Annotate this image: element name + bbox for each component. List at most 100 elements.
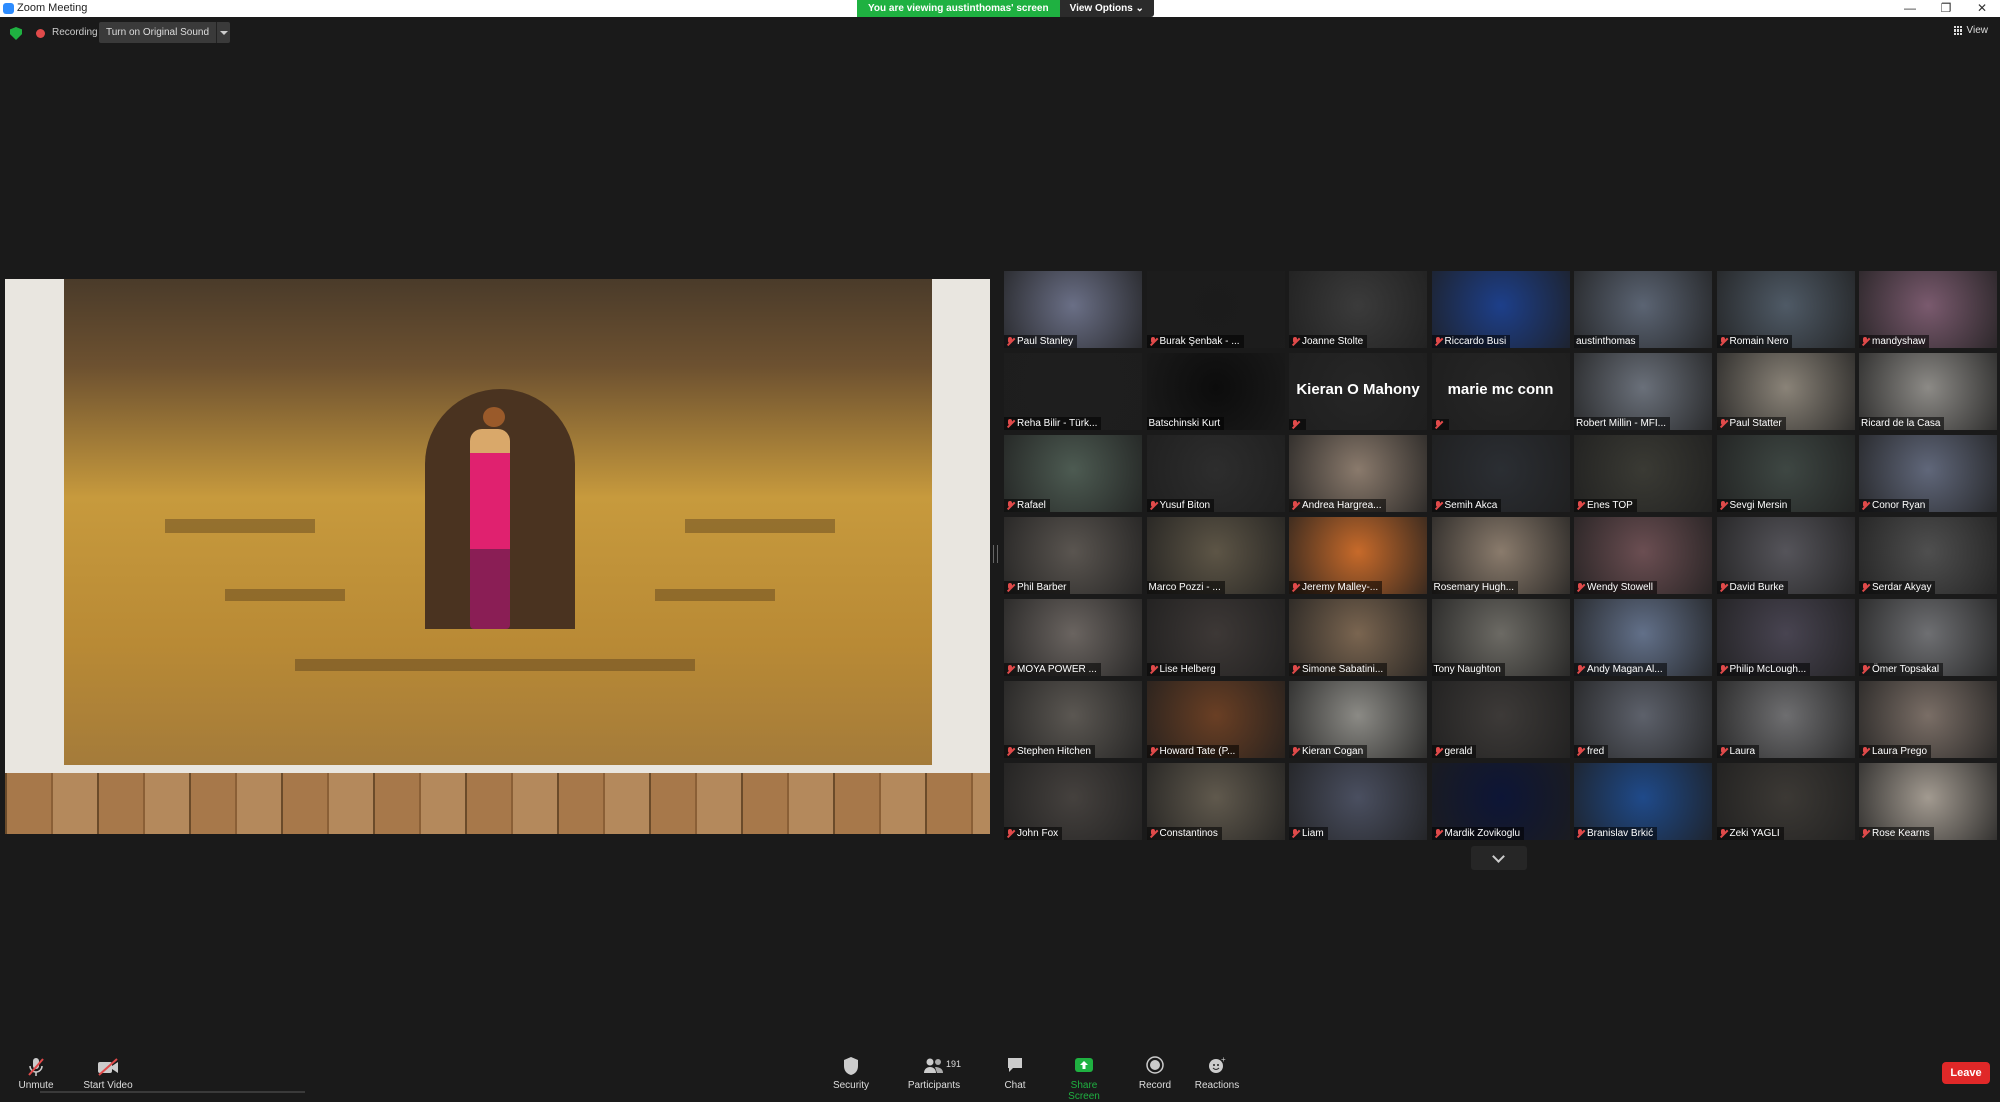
participant-tile[interactable]: mandyshaw <box>1859 271 1997 348</box>
view-button[interactable]: View <box>1953 25 1988 36</box>
restore-icon[interactable]: ❐ <box>1928 0 1964 17</box>
participant-tile[interactable]: Jeremy Malley-... <box>1289 517 1427 594</box>
participant-tile[interactable]: Burak Şenbak - ... <box>1146 271 1285 348</box>
leave-button[interactable]: Leave <box>1942 1062 1990 1084</box>
participant-tile[interactable]: Ömer Topsakal <box>1859 599 1997 676</box>
unmute-label: Unmute <box>18 1080 54 1091</box>
participant-tile[interactable]: marie mc conn <box>1431 353 1570 430</box>
view-options-button[interactable]: View Options ⌄ <box>1059 0 1154 17</box>
participant-tile[interactable]: Tony Naughton <box>1431 599 1570 676</box>
participant-name: Laura Prego <box>1872 746 1928 757</box>
participant-tile[interactable]: Ricard de la Casa <box>1859 353 1997 430</box>
participant-tile[interactable]: Liam <box>1289 763 1427 840</box>
participant-tile[interactable]: gerald <box>1431 681 1570 758</box>
participant-name-bar <box>1431 419 1449 430</box>
participant-tile[interactable]: austinthomas <box>1574 271 1712 348</box>
next-page-chevron-icon[interactable] <box>1471 846 1527 870</box>
original-sound-label: Turn on Original Sound <box>106 27 210 38</box>
participant-name: MOYA POWER ... <box>1017 664 1097 675</box>
participant-tile[interactable]: MOYA POWER ... <box>1004 599 1142 676</box>
participant-tile[interactable]: Phil Barber <box>1004 517 1142 594</box>
participant-name: Romain Nero <box>1729 336 1789 347</box>
participant-tile[interactable]: Laura <box>1716 681 1855 758</box>
participant-tile[interactable]: Paul Statter <box>1716 353 1855 430</box>
participant-tile[interactable]: Andrea Hargrea... <box>1289 435 1427 512</box>
participant-tile[interactable]: Romain Nero <box>1716 271 1855 348</box>
participant-tile[interactable]: Joanne Stolte <box>1289 271 1427 348</box>
participant-tile[interactable]: Kieran Cogan <box>1289 681 1427 758</box>
participant-name: Zeki YAGLI <box>1729 828 1780 839</box>
participant-name: austinthomas <box>1576 336 1636 347</box>
participant-name: Semih Akca <box>1444 500 1498 511</box>
muted-mic-icon <box>1576 665 1584 674</box>
participant-name-bar: Laura Prego <box>1859 745 1932 758</box>
participant-name: fred <box>1587 746 1605 757</box>
participant-tile[interactable]: Paul Stanley <box>1004 271 1142 348</box>
participant-tile[interactable]: Serdar Akyay <box>1859 517 1997 594</box>
participant-tile[interactable]: Constantinos <box>1146 763 1285 840</box>
participant-tile[interactable]: Branislav Brkić <box>1574 763 1712 840</box>
encryption-shield-icon[interactable] <box>10 27 22 40</box>
participant-name: Rose Kearns <box>1872 828 1930 839</box>
record-button[interactable]: Record <box>1137 1048 1173 1094</box>
participant-name-bar: Burak Şenbak - ... <box>1146 335 1244 348</box>
participant-tile[interactable]: Enes TOP <box>1574 435 1712 512</box>
participant-tile[interactable]: fred <box>1574 681 1712 758</box>
close-icon[interactable]: ✕ <box>1964 0 2000 17</box>
participant-name-bar: Sevgi Mersin <box>1716 499 1792 512</box>
participant-tile[interactable]: Laura Prego <box>1859 681 1997 758</box>
participant-name: Riccardo Busi <box>1444 336 1507 347</box>
participant-name-bar: Conor Ryan <box>1859 499 1930 512</box>
participant-tile[interactable]: Zeki YAGLI <box>1716 763 1855 840</box>
reactions-button[interactable]: + Reactions <box>1194 1048 1240 1094</box>
participant-name: Rafael <box>1017 500 1046 511</box>
original-sound-button[interactable]: Turn on Original Sound <box>99 22 231 43</box>
split-drag-handle[interactable] <box>993 545 998 563</box>
participant-tile[interactable]: Simone Sabatini... <box>1289 599 1427 676</box>
chat-button[interactable]: Chat <box>1000 1048 1030 1094</box>
participant-name-bar: Tony Naughton <box>1431 663 1505 676</box>
unmute-button[interactable]: Unmute <box>14 1048 58 1094</box>
participant-name-bar: Semih Akca <box>1431 499 1502 512</box>
participant-tile[interactable]: David Burke <box>1716 517 1855 594</box>
participant-tile[interactable]: Rosemary Hugh... <box>1431 517 1570 594</box>
participant-tile[interactable]: Stephen Hitchen <box>1004 681 1142 758</box>
participant-tile[interactable]: John Fox <box>1004 763 1142 840</box>
participant-tile[interactable]: Wendy Stowell <box>1574 517 1712 594</box>
participant-name-bar: fred <box>1574 745 1609 758</box>
participant-tile[interactable]: Rafael <box>1004 435 1142 512</box>
participant-tile[interactable]: Rose Kearns <box>1859 763 1997 840</box>
chevron-down-icon[interactable] <box>216 22 230 43</box>
participant-tile[interactable]: Kieran O Mahony <box>1289 353 1427 430</box>
participant-tile[interactable]: Sevgi Mersin <box>1716 435 1855 512</box>
screen-share-banner: You are viewing austinthomas' screen Vie… <box>857 0 1154 17</box>
participant-name-bar: Zeki YAGLI <box>1716 827 1784 840</box>
participant-tile[interactable]: Riccardo Busi <box>1431 271 1570 348</box>
share-screen-button[interactable]: Share Screen <box>1054 1048 1114 1102</box>
shared-screen[interactable] <box>5 279 990 834</box>
participant-name-bar: Phil Barber <box>1004 581 1071 594</box>
participant-name: Joanne Stolte <box>1302 336 1364 347</box>
participant-tile[interactable]: Philip McLough... <box>1716 599 1855 676</box>
participant-tile[interactable]: Howard Tate (P... <box>1146 681 1285 758</box>
participant-tile[interactable]: Robert Millin - MFI... <box>1574 353 1712 430</box>
muted-mic-icon <box>1576 501 1584 510</box>
participant-tile[interactable]: Marco Pozzi - ... <box>1146 517 1285 594</box>
participant-tile[interactable]: Conor Ryan <box>1859 435 1997 512</box>
participant-name: Andy Magan Al... <box>1587 664 1663 675</box>
participant-tile[interactable]: Yusuf Biton <box>1146 435 1285 512</box>
participant-tile[interactable]: Lise Helberg <box>1146 599 1285 676</box>
participants-button[interactable]: 191 Participants <box>904 1048 964 1094</box>
participant-tile[interactable]: Andy Magan Al... <box>1574 599 1712 676</box>
minimize-icon[interactable]: — <box>1892 0 1928 17</box>
participant-name: David Burke <box>1729 582 1784 593</box>
start-video-button[interactable]: Start Video <box>80 1048 136 1094</box>
participant-name-bar: Andy Magan Al... <box>1574 663 1667 676</box>
participant-tile[interactable]: Reha Bilir - Türk... <box>1004 353 1142 430</box>
participant-tile[interactable]: Mardik Zovikoglu <box>1431 763 1570 840</box>
participant-tile[interactable]: Batschinski Kurt <box>1146 353 1285 430</box>
participant-tile[interactable]: Semih Akca <box>1431 435 1570 512</box>
security-button[interactable]: Security <box>828 1048 874 1094</box>
muted-mic-icon <box>1719 583 1727 592</box>
participant-name: Tony Naughton <box>1433 664 1501 675</box>
